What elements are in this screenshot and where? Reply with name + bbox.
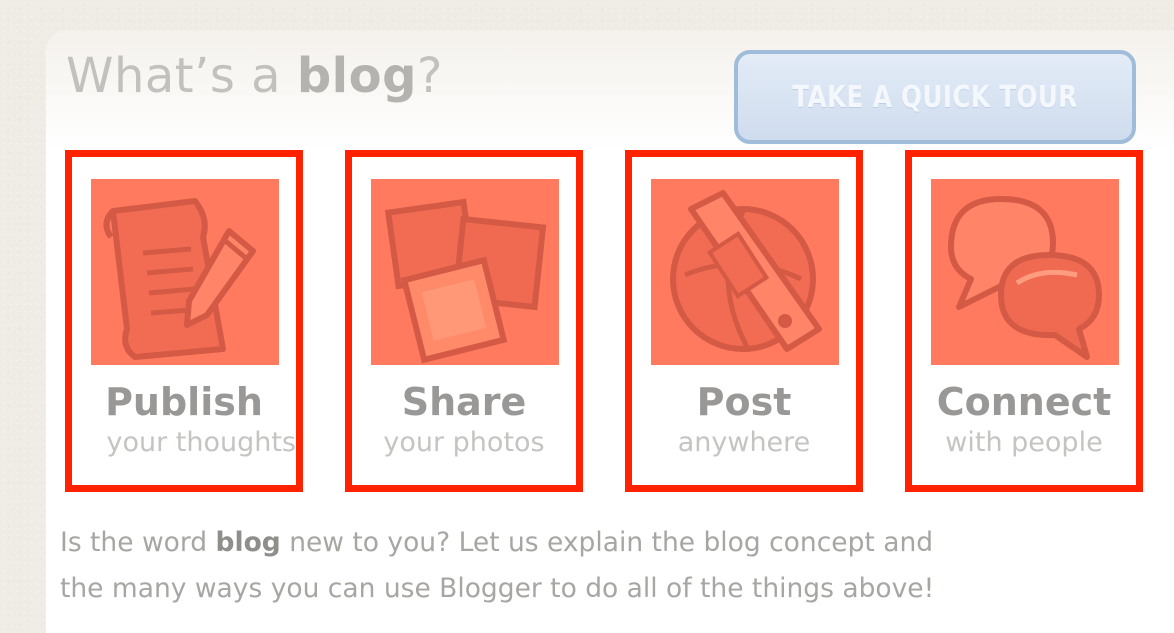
speech-bubbles-icon-graphic	[948, 196, 1102, 360]
title-bold-word: blog	[296, 48, 417, 104]
document-pencil-icon-graphic	[103, 198, 256, 360]
title-suffix: ?	[416, 48, 443, 104]
take-tour-button[interactable]: TAKE A QUICK TOUR	[734, 50, 1136, 144]
feature-publish[interactable]: Publish your thoughts	[65, 150, 303, 492]
feature-share-title: Share	[401, 380, 527, 424]
description-line1-prefix: Is the word	[60, 527, 216, 558]
mobile-phone-globe-icon-graphic	[670, 190, 822, 352]
document-pencil-icon	[91, 179, 279, 365]
feature-post-title: Post	[696, 380, 792, 424]
speech-bubbles-icon	[931, 179, 1119, 365]
feature-share-subtitle: your photos	[383, 427, 545, 458]
feature-connect-subtitle: with people	[945, 427, 1103, 458]
feature-post-subtitle: anywhere	[677, 427, 811, 458]
feature-publish-title: Publish	[105, 380, 263, 424]
photos-icon-graphic	[384, 198, 547, 364]
description-line1-suffix: new to you? Let us explain the blog conc…	[280, 527, 934, 558]
blog-description: Is the word blog new to you? Let us expl…	[60, 520, 1156, 612]
title-prefix: What’s a	[66, 48, 297, 104]
photos-icon	[371, 179, 559, 365]
feature-connect[interactable]: Connect with people	[905, 150, 1143, 492]
feature-publish-subtitle: your thoughts	[106, 427, 296, 458]
feature-share[interactable]: Share your photos	[345, 150, 583, 492]
blog-intro-panel: What’s a blog? TAKE A QUICK TOUR Publish…	[46, 30, 1174, 633]
take-tour-button-label: TAKE A QUICK TOUR	[792, 79, 1078, 115]
page-title: What’s a blog?	[66, 46, 443, 106]
feature-connect-title: Connect	[936, 380, 1112, 424]
mobile-phone-globe-icon	[651, 179, 839, 365]
description-line2: the many ways you can use Blogger to do …	[60, 573, 935, 604]
feature-post[interactable]: Post anywhere	[625, 150, 863, 492]
description-bold-word: blog	[215, 527, 281, 558]
